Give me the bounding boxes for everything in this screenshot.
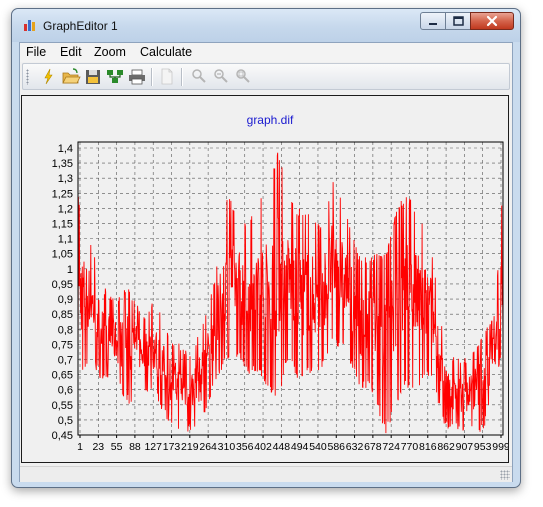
x-tick-label: 724	[382, 441, 400, 453]
x-tick-label: 953	[474, 441, 492, 453]
series-line	[77, 152, 504, 434]
toolbar-separator	[151, 68, 153, 86]
x-tick-label: 55	[111, 441, 123, 453]
open-folder-icon[interactable]	[61, 67, 81, 86]
y-tick-label: 1,15	[52, 219, 73, 231]
y-tick-label: 1,4	[58, 143, 73, 155]
menu-file[interactable]: File	[26, 45, 46, 59]
y-tick-label: 0,45	[52, 430, 73, 442]
x-tick-label: 816	[419, 441, 437, 453]
toolbar-separator	[181, 68, 183, 86]
x-tick-label: 586	[327, 441, 345, 453]
toolbar-grip[interactable]	[26, 69, 29, 85]
zoom-fit-icon[interactable]	[233, 67, 253, 86]
maximize-button[interactable]	[445, 12, 471, 30]
y-tick-label: 1	[67, 264, 73, 276]
y-tick-label: 1,1	[58, 234, 73, 246]
x-tick-label: 632	[346, 441, 364, 453]
y-tick-label: 1,3	[58, 173, 73, 185]
y-tick-label: 0,9	[58, 294, 73, 306]
x-tick-label: 310	[218, 441, 236, 453]
chart-series	[77, 152, 504, 434]
x-tick-label: 127	[144, 441, 162, 453]
x-tick-label: 173	[163, 441, 181, 453]
y-tick-label: 0,75	[52, 339, 73, 351]
x-axis: 1 23 55 88 127 173 219 264 310 356 402 448 494 540 586…	[77, 435, 510, 453]
print-icon[interactable]	[127, 67, 147, 86]
y-tick-label: 1,35	[52, 158, 73, 170]
close-button[interactable]	[470, 12, 514, 30]
status-bar	[20, 466, 512, 482]
y-tick-label: 0,55	[52, 400, 73, 412]
maximize-icon	[453, 16, 464, 26]
x-tick-label: 23	[92, 441, 104, 453]
toolbar	[22, 63, 510, 90]
y-axis: 1,4 1,35 1,3 1,25 1,2 1,15 1,1 1,05 1 0,95 0,9 0,85…	[52, 143, 73, 442]
menu-edit[interactable]: Edit	[60, 45, 82, 59]
x-tick-label: 494	[291, 441, 309, 453]
x-tick-label: 264	[199, 441, 217, 453]
client-area: File Edit Zoom Calculate graph.dif 1,4 1…	[19, 42, 513, 482]
graph-canvas[interactable]: graph.dif 1,4 1,35 1,3 1,25 1,2 1,15 1,1 1,05 1 0…	[21, 95, 510, 463]
x-tick-label: 448	[273, 441, 291, 453]
title-bar[interactable]: GraphEditor 1	[12, 9, 520, 42]
x-tick-label: 402	[254, 441, 272, 453]
menu-calculate[interactable]: Calculate	[140, 45, 192, 59]
y-tick-label: 1,25	[52, 188, 73, 200]
page-icon[interactable]	[157, 67, 177, 86]
x-tick-label: 862	[437, 441, 455, 453]
close-icon	[486, 15, 498, 27]
lightning-icon[interactable]	[39, 67, 59, 86]
y-tick-label: 1,05	[52, 249, 73, 261]
x-tick-label: 1	[77, 441, 83, 453]
chart-title: graph.dif	[247, 113, 294, 127]
y-tick-label: 0,85	[52, 309, 73, 321]
y-tick-label: 0,8	[58, 324, 73, 336]
x-tick-label: 356	[236, 441, 254, 453]
y-tick-label: 0,65	[52, 370, 73, 382]
x-tick-label: 770	[401, 441, 419, 453]
menu-zoom[interactable]: Zoom	[94, 45, 126, 59]
y-tick-label: 1,2	[58, 203, 73, 215]
x-tick-label: 678	[364, 441, 382, 453]
x-tick-label: 907	[456, 441, 474, 453]
y-tick-label: 0,5	[58, 415, 73, 427]
save-icon[interactable]	[83, 67, 103, 86]
app-window: GraphEditor 1 File Edit Zoom Calculate g…	[11, 8, 521, 488]
x-tick-label: 999	[492, 441, 508, 453]
x-tick-label: 88	[129, 441, 141, 453]
resize-grip[interactable]	[500, 470, 510, 480]
app-icon	[24, 20, 35, 31]
y-tick-label: 0,7	[58, 354, 73, 366]
menu-bar: File Edit Zoom Calculate	[20, 43, 512, 62]
y-tick-label: 0,95	[52, 279, 73, 291]
chart: graph.dif 1,41,351,31,251,21,151,11,0510…	[52, 113, 510, 453]
x-tick-label: 540	[309, 441, 327, 453]
x-tick-label: 219	[181, 441, 199, 453]
y-tick-label: 0,6	[58, 385, 73, 397]
network-icon[interactable]	[105, 67, 125, 86]
zoom-out-icon[interactable]	[211, 67, 231, 86]
minimize-icon	[429, 23, 437, 25]
window-title: GraphEditor 1	[43, 19, 118, 33]
zoom-icon[interactable]	[189, 67, 209, 86]
minimize-button[interactable]	[420, 12, 446, 30]
